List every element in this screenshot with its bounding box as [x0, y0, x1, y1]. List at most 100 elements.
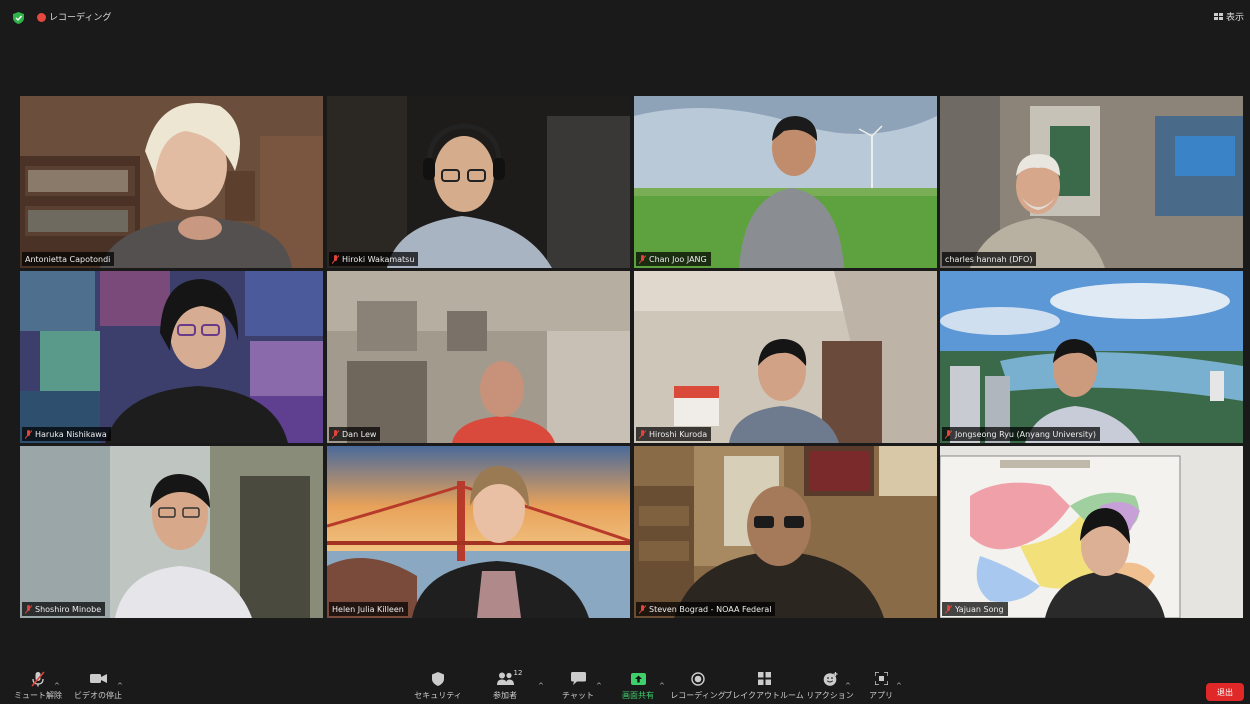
participants-count-badge: 12 — [513, 669, 523, 677]
gallery-video-grid: Antonietta Capotondi Hiroki Wakamatsu Ch… — [20, 96, 1243, 618]
participant-name: Chan Joo JANG — [649, 254, 707, 264]
video-tile-yajuan-song[interactable]: Yajuan Song — [940, 446, 1243, 618]
video-tile-jongseong-ryu[interactable]: Jongseong Ryu (Anyang University) — [940, 271, 1243, 443]
video-tile-steven-bograd[interactable]: Steven Bograd - NOAA Federal — [634, 446, 937, 618]
video-feed — [327, 446, 630, 618]
reactions-options-chevron-icon[interactable]: ^ — [845, 682, 851, 690]
participants-button[interactable]: 12 参加者 — [482, 669, 528, 704]
participant-name: Haruka Nishikawa — [35, 429, 107, 439]
apps-options-chevron-icon[interactable]: ^ — [896, 682, 902, 690]
video-tile-chan-joo-jang[interactable]: Chan Joo JANG — [634, 96, 937, 268]
video-tile-shoshiro-minobe[interactable]: Shoshiro Minobe — [20, 446, 323, 618]
share-screen-arrow-icon — [630, 672, 646, 685]
chat-label: チャット — [562, 691, 594, 700]
muted-microphone-icon — [332, 429, 339, 439]
video-feed — [327, 96, 630, 268]
stop-video-label: ビデオの停止 — [74, 691, 122, 700]
video-feed — [634, 96, 937, 268]
video-feed — [940, 446, 1243, 618]
unmute-label: ミュート解除 — [14, 691, 62, 700]
video-feed — [327, 271, 630, 443]
security-label: セキュリティ — [414, 691, 462, 700]
chat-bubble-icon — [570, 672, 586, 685]
record-icon — [691, 671, 705, 686]
muted-microphone-icon — [25, 604, 32, 614]
breakout-rooms-label: ブレイクアウトルーム — [724, 691, 804, 700]
participant-name-tag: Helen Julia Killeen — [329, 602, 408, 616]
participant-name-tag: Steven Bograd - NOAA Federal — [636, 602, 776, 616]
participant-name-tag: Hiroshi Kuroda — [636, 427, 712, 441]
participant-name-tag: Haruka Nishikawa — [22, 427, 111, 441]
video-tile-hiroki-wakamatsu[interactable]: Hiroki Wakamatsu — [327, 96, 630, 268]
view-button[interactable]: 表示 — [1213, 10, 1244, 23]
participant-name: Jongseong Ryu (Anyang University) — [955, 429, 1097, 439]
participant-name-tag: Yajuan Song — [942, 602, 1008, 616]
video-tile-antonietta-capotondi[interactable]: Antonietta Capotondi — [20, 96, 323, 268]
participant-name: charles hannah (DFO) — [945, 254, 1033, 264]
encryption-shield-icon[interactable] — [13, 12, 24, 24]
video-feed — [634, 271, 937, 443]
video-tile-haruka-nishikawa[interactable]: Haruka Nishikawa — [20, 271, 323, 443]
participant-name-tag: Shoshiro Minobe — [22, 602, 106, 616]
shield-icon — [432, 671, 444, 686]
breakout-rooms-button[interactable]: ブレイクアウトルーム — [724, 670, 804, 704]
participant-name: Hiroki Wakamatsu — [342, 254, 415, 264]
recording-indicator-icon — [37, 13, 46, 22]
video-feed — [634, 446, 937, 618]
video-tile-dan-lew[interactable]: Dan Lew — [327, 271, 630, 443]
participant-name-tag: charles hannah (DFO) — [942, 252, 1037, 266]
share-screen-button[interactable]: 画面共有 — [615, 670, 661, 704]
muted-microphone-icon — [945, 429, 952, 439]
record-label: レコーディング — [670, 691, 726, 700]
participants-options-chevron-icon[interactable]: ^ — [538, 682, 544, 690]
meeting-top-bar: レコーディング 表示 — [0, 0, 1250, 36]
participant-name-tag: Jongseong Ryu (Anyang University) — [942, 427, 1101, 441]
participant-name-tag: Dan Lew — [329, 427, 381, 441]
participant-name: Hiroshi Kuroda — [649, 429, 708, 439]
participant-name: Helen Julia Killeen — [332, 604, 404, 614]
apps-bracket-icon — [874, 672, 888, 685]
share-screen-label: 画面共有 — [622, 691, 654, 700]
participant-name: Shoshiro Minobe — [35, 604, 102, 614]
muted-microphone-icon — [639, 429, 646, 439]
record-button[interactable]: レコーディング — [670, 670, 726, 704]
chat-options-chevron-icon[interactable]: ^ — [596, 682, 602, 690]
participant-name-tag: Hiroki Wakamatsu — [329, 252, 419, 266]
participant-name: Dan Lew — [342, 429, 377, 439]
view-button-label: 表示 — [1225, 13, 1244, 23]
breakout-rooms-grid-icon — [757, 672, 771, 685]
microphone-muted-icon — [31, 670, 45, 687]
video-tile-hiroshi-kuroda[interactable]: Hiroshi Kuroda — [634, 271, 937, 443]
video-feed — [940, 96, 1243, 268]
participant-name: Steven Bograd - NOAA Federal — [649, 604, 772, 614]
apps-label: アプリ — [869, 691, 893, 700]
smiley-face-icon — [823, 671, 837, 686]
video-feed — [20, 271, 323, 443]
video-tile-charles-hannah[interactable]: charles hannah (DFO) — [940, 96, 1243, 268]
video-feed — [20, 96, 323, 268]
video-feed — [940, 271, 1243, 443]
video-camera-icon — [89, 674, 107, 683]
audio-options-chevron-icon[interactable]: ^ — [54, 682, 60, 690]
participant-name: Yajuan Song — [955, 604, 1004, 614]
participants-label: 参加者 — [493, 691, 517, 700]
security-button[interactable]: セキュリティ — [412, 670, 464, 704]
participant-name-tag: Chan Joo JANG — [636, 252, 711, 266]
muted-microphone-icon — [25, 429, 32, 439]
participant-name: Antonietta Capotondi — [25, 254, 111, 264]
share-options-chevron-icon[interactable]: ^ — [659, 682, 665, 690]
leave-meeting-button[interactable]: 退出 — [1206, 683, 1244, 701]
muted-microphone-icon — [639, 604, 646, 614]
meeting-controls-toolbar: ミュート解除 ^ ビデオの停止 ^ セキュリティ 12 参加者 ^ チャット ^… — [0, 669, 1250, 704]
reactions-label: リアクション — [806, 691, 854, 700]
muted-microphone-icon — [639, 254, 646, 264]
video-feed — [20, 446, 323, 618]
chat-button[interactable]: チャット — [556, 670, 600, 704]
apps-button[interactable]: アプリ — [864, 670, 898, 704]
muted-microphone-icon — [945, 604, 952, 614]
video-tile-helen-julia-killeen[interactable]: Helen Julia Killeen — [327, 446, 630, 618]
gallery-view-icon — [1213, 13, 1223, 20]
people-icon — [496, 672, 514, 685]
recording-status-label[interactable]: レコーディング — [49, 10, 111, 23]
video-options-chevron-icon[interactable]: ^ — [117, 682, 123, 690]
